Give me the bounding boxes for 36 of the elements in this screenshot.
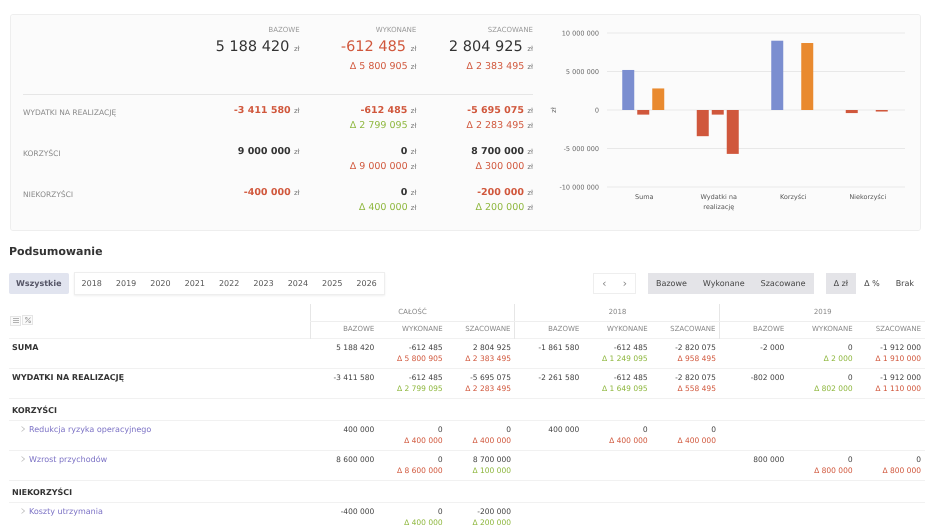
- row-link[interactable]: Wzrost przychodów: [29, 454, 108, 464]
- row-link[interactable]: Redukcja ryzyka operacyjnego: [29, 424, 152, 434]
- list-view-icon[interactable]: [10, 316, 21, 326]
- row-link[interactable]: Koszty utrzymania: [29, 506, 103, 516]
- bar: [637, 110, 650, 115]
- bar: [726, 110, 739, 154]
- delta-toggle[interactable]: Δ zł: [826, 273, 856, 294]
- chevron-icon[interactable]: [21, 426, 25, 432]
- period-tab[interactable]: 2019: [108, 273, 144, 294]
- period-tab[interactable]: 2021: [178, 273, 212, 294]
- chevron-icon[interactable]: [21, 508, 25, 514]
- period-tab[interactable]: 2026: [349, 273, 384, 294]
- period-tab[interactable]: 2025: [315, 273, 350, 294]
- value-toggle[interactable]: Bazowe: [648, 273, 695, 294]
- period-tab[interactable]: Wszystkie: [9, 273, 69, 294]
- percent-icon[interactable]: [22, 315, 33, 325]
- period-tab[interactable]: 2020: [143, 273, 178, 294]
- bar: [622, 70, 634, 110]
- bar: [771, 40, 784, 110]
- value-toggle[interactable]: Szacowane: [752, 273, 814, 294]
- row-label: KORZYŚCI: [12, 406, 58, 414]
- bar: [696, 110, 709, 136]
- bar: [712, 110, 724, 115]
- bar: [801, 43, 814, 110]
- chevron-icon[interactable]: [21, 456, 25, 462]
- row-label: WYDATKI NA REALIZACJĘ: [12, 372, 124, 382]
- section-title: Podsumowanie: [9, 244, 104, 260]
- bar: [846, 110, 858, 114]
- period-tab[interactable]: 2018: [74, 273, 109, 294]
- period-tab[interactable]: 2022: [212, 273, 246, 294]
- row-label: SUMA: [12, 342, 38, 352]
- bar: [652, 88, 664, 110]
- row-label: NIEKORZYŚCI: [12, 488, 72, 496]
- value-toggle[interactable]: Wykonane: [694, 273, 753, 294]
- period-tab[interactable]: 2023: [246, 273, 281, 294]
- period-tab[interactable]: 2024: [280, 273, 316, 294]
